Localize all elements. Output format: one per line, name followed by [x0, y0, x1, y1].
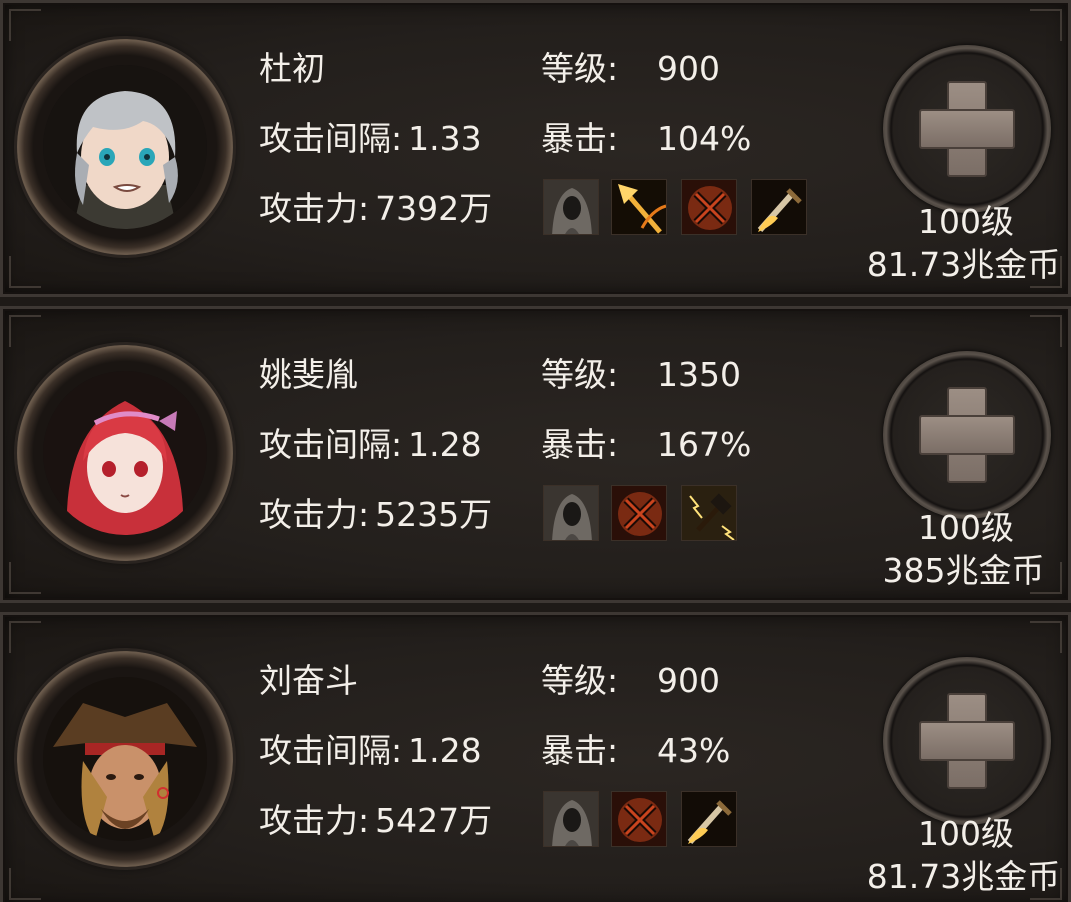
hero-list: 杜初 攻击间隔: 1.33 攻击力: 7392万 等级: 900 暴击: 104% [0, 0, 1071, 902]
attack-interval-label: 攻击间隔: [259, 119, 403, 158]
attack-interval: 攻击间隔: 1.28 [259, 731, 482, 771]
hero-portrait[interactable] [17, 39, 233, 255]
attack-power-value: 7392万 [375, 189, 493, 228]
flaming-sword-icon[interactable] [751, 179, 807, 235]
frame-corner [9, 315, 41, 347]
frame-corner [9, 9, 41, 41]
crossed-swords-icon[interactable] [611, 485, 667, 541]
hero-level: 等级: 1350 [541, 355, 741, 395]
crit-rate: 暴击: 104% [541, 119, 751, 159]
frame-corner [9, 621, 41, 653]
attack-power: 攻击力: 5235万 [259, 495, 492, 535]
hero-level-value: 900 [657, 661, 720, 700]
upgrade-cost: 81.73兆金币 [866, 857, 1061, 896]
frame-corner [1030, 9, 1062, 41]
attack-power-value: 5427万 [375, 801, 493, 840]
upgrade-button[interactable] [883, 657, 1051, 825]
attack-interval-label: 攻击间隔: [259, 425, 403, 464]
hooded-figure-icon[interactable] [543, 179, 599, 235]
lightning-hammer-icon[interactable] [681, 485, 737, 541]
crit-rate-value: 167% [657, 425, 752, 464]
attack-power-label: 攻击力: [259, 189, 370, 228]
upgrade-button[interactable] [883, 45, 1051, 213]
frame-corner [9, 256, 41, 288]
hero-name: 姚斐胤 [259, 355, 358, 394]
hero-level: 等级: 900 [541, 49, 720, 89]
hero-level-label: 等级: [541, 355, 619, 394]
upgrade-level: 100级 [918, 508, 1014, 547]
hooded-figure-icon[interactable] [543, 791, 599, 847]
upgrade-cost: 385兆金币 [882, 551, 1045, 590]
hero-portrait-image [43, 677, 207, 841]
crit-rate-label: 暴击: [541, 119, 619, 158]
attack-power-label: 攻击力: [259, 495, 370, 534]
frame-corner [9, 562, 41, 594]
hero-portrait-image [43, 371, 207, 535]
hero-level-label: 等级: [541, 661, 619, 700]
frame-corner [9, 868, 41, 900]
hero-card: 杜初 攻击间隔: 1.33 攻击力: 7392万 等级: 900 暴击: 104% [0, 0, 1071, 297]
hero-name: 杜初 [259, 49, 325, 88]
attack-interval-value: 1.33 [408, 119, 482, 158]
upgrade-cost: 81.73兆金币 [866, 245, 1061, 284]
plus-icon [919, 721, 1015, 761]
attack-power-label: 攻击力: [259, 801, 370, 840]
crit-rate: 暴击: 43% [541, 731, 730, 771]
attack-power: 攻击力: 7392万 [259, 189, 492, 229]
hero-card: 姚斐胤 攻击间隔: 1.28 攻击力: 5235万 等级: 1350 暴击: 167% [0, 306, 1071, 603]
hero-card: 刘奋斗 攻击间隔: 1.28 攻击力: 5427万 等级: 900 暴击: 43% [0, 612, 1071, 902]
hero-level-value: 1350 [657, 355, 741, 394]
frame-corner [1030, 621, 1062, 653]
hero-portrait-image [43, 65, 207, 229]
attack-interval-value: 1.28 [408, 425, 482, 464]
crossed-swords-icon[interactable] [681, 179, 737, 235]
hero-portrait[interactable] [17, 345, 233, 561]
hero-name: 刘奋斗 [259, 661, 358, 700]
crit-rate: 暴击: 167% [541, 425, 751, 465]
hero-level: 等级: 900 [541, 661, 720, 701]
attack-power: 攻击力: 5427万 [259, 801, 492, 841]
arrow-strike-icon[interactable] [611, 179, 667, 235]
hero-level-value: 900 [657, 49, 720, 88]
upgrade-level: 100级 [918, 202, 1014, 241]
attack-power-value: 5235万 [375, 495, 493, 534]
flaming-sword-icon[interactable] [681, 791, 737, 847]
crit-rate-label: 暴击: [541, 731, 619, 770]
crossed-swords-icon[interactable] [611, 791, 667, 847]
upgrade-button[interactable] [883, 351, 1051, 519]
plus-icon [919, 109, 1015, 149]
attack-interval: 攻击间隔: 1.33 [259, 119, 482, 159]
attack-interval-label: 攻击间隔: [259, 731, 403, 770]
attack-interval: 攻击间隔: 1.28 [259, 425, 482, 465]
hero-portrait[interactable] [17, 651, 233, 867]
crit-rate-label: 暴击: [541, 425, 619, 464]
hero-level-label: 等级: [541, 49, 619, 88]
plus-icon [919, 415, 1015, 455]
upgrade-level: 100级 [918, 814, 1014, 853]
attack-interval-value: 1.28 [408, 731, 482, 770]
crit-rate-value: 104% [657, 119, 752, 158]
hooded-figure-icon[interactable] [543, 485, 599, 541]
crit-rate-value: 43% [657, 731, 731, 770]
frame-corner [1030, 315, 1062, 347]
